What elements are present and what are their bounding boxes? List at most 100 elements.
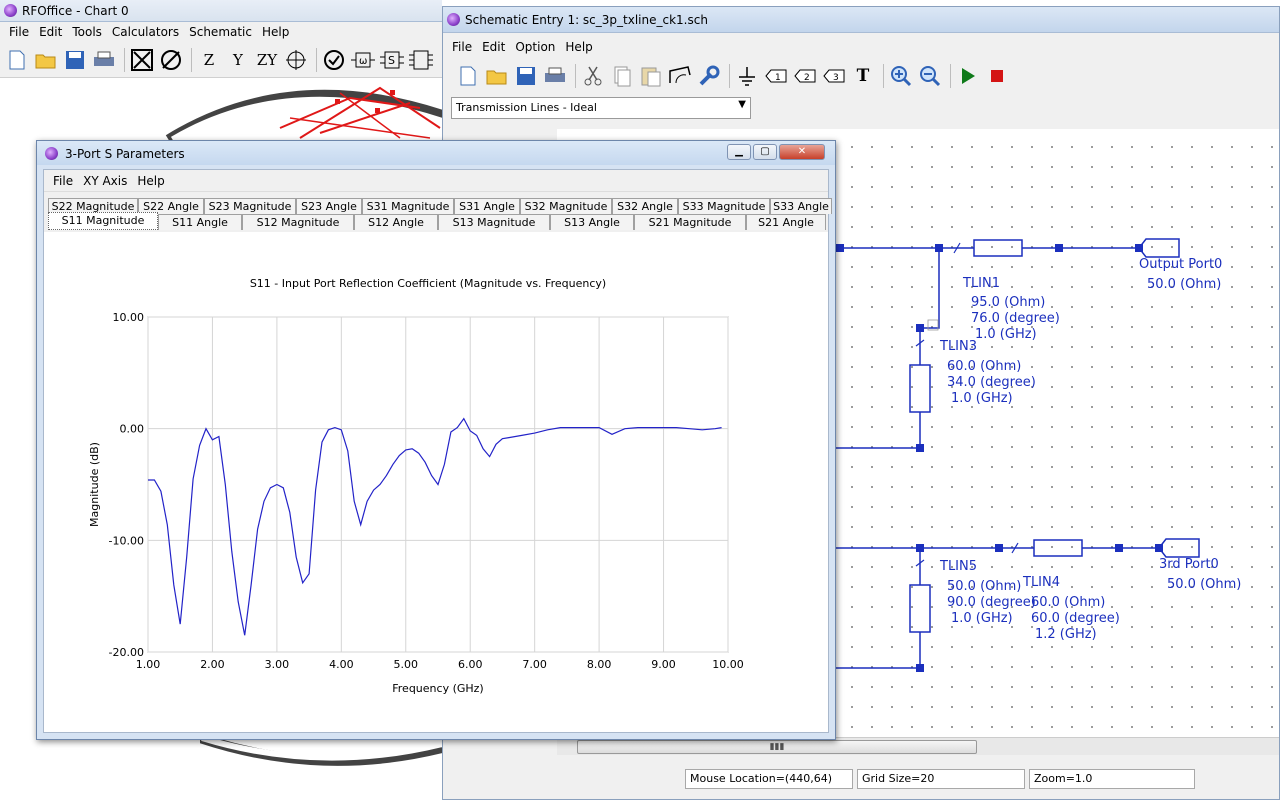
sparams-menu-file[interactable]: File — [48, 174, 78, 188]
check-circle-icon[interactable] — [321, 47, 347, 73]
schematic-menubar: File Edit Option Help — [443, 37, 1279, 57]
rfoffice-menu-file[interactable]: File — [4, 25, 34, 39]
tabs-row-1: S22 Magnitude S22 Angle S23 Magnitude S2… — [48, 198, 832, 214]
tab-s12-angle[interactable]: S12 Angle — [354, 214, 438, 230]
sparams-menubar: File XY Axis Help — [44, 170, 828, 192]
zoom-in-icon[interactable] — [888, 63, 914, 89]
tab-s33-angle[interactable]: S33 Angle — [770, 198, 832, 214]
ground-icon[interactable] — [734, 63, 760, 89]
tab-s23-magnitude[interactable]: S23 Magnitude — [204, 198, 296, 214]
minimize-button[interactable]: ▁ — [727, 144, 751, 160]
new-icon[interactable] — [4, 47, 30, 73]
chart-title: S11 - Input Port Reflection Coefficient … — [250, 277, 606, 290]
print-icon[interactable] — [542, 63, 568, 89]
schematic-menu-help[interactable]: Help — [560, 40, 597, 54]
tab-s11-angle[interactable]: S11 Angle — [158, 214, 242, 230]
y-chart-button[interactable]: Y — [225, 47, 251, 73]
sparams-inner: File XY Axis Help S22 Magnitude S22 Angl… — [43, 169, 832, 733]
save-icon[interactable] — [62, 47, 88, 73]
new-icon[interactable] — [455, 63, 481, 89]
maximize-button[interactable]: ▢ — [753, 144, 777, 160]
output-port-label[interactable]: Output Port0 — [1139, 257, 1222, 272]
copy-icon[interactable] — [609, 63, 635, 89]
x-tick-label: 10.00 — [712, 658, 744, 671]
port2-label: 2 — [804, 73, 810, 83]
close-button[interactable]: ✕ — [779, 144, 825, 160]
y-tick-label: 10.00 — [113, 311, 145, 324]
mouse-location-status: Mouse Location=(440,64) — [685, 769, 853, 789]
save-icon[interactable] — [513, 63, 539, 89]
schematic-menu-file[interactable]: File — [447, 40, 477, 54]
tab-s32-magnitude[interactable]: S32 Magnitude — [520, 198, 612, 214]
tab-s12-magnitude[interactable]: S12 Magnitude — [242, 214, 354, 230]
toolbar-separator — [191, 47, 192, 72]
wrench-icon[interactable] — [696, 63, 722, 89]
tlin3-label[interactable]: TLIN3 — [940, 339, 977, 354]
smith-crosshair-icon[interactable] — [283, 47, 309, 73]
s-component-icon[interactable]: S — [379, 47, 405, 73]
run-icon[interactable] — [955, 63, 981, 89]
tab-s31-magnitude[interactable]: S31 Magnitude — [362, 198, 454, 214]
schematic-app-icon — [447, 13, 460, 26]
port3-icon[interactable]: 3 — [821, 63, 847, 89]
zoom-out-icon[interactable] — [917, 63, 943, 89]
sparams-menu-help[interactable]: Help — [132, 174, 169, 188]
schematic-hscroll-thumb[interactable]: ▮▮▮ — [577, 740, 977, 754]
zy-chart-button[interactable]: ZY — [254, 47, 280, 73]
tlin3-impedance: 60.0 (Ohm) — [947, 359, 1022, 374]
schematic-menu-edit[interactable]: Edit — [477, 40, 510, 54]
open-folder-icon[interactable] — [484, 63, 510, 89]
text-tool-button[interactable]: T — [850, 63, 876, 89]
rfoffice-menu-help[interactable]: Help — [257, 25, 294, 39]
tab-s21-angle[interactable]: S21 Angle — [746, 214, 826, 230]
delete-box-icon[interactable] — [129, 47, 155, 73]
tab-s32-angle[interactable]: S32 Angle — [612, 198, 678, 214]
tlin4-label[interactable]: TLIN4 — [1023, 575, 1060, 590]
clear-circle-icon[interactable] — [158, 47, 184, 73]
print-icon[interactable] — [91, 47, 117, 73]
tab-s11-magnitude[interactable]: S11 Magnitude — [48, 212, 158, 230]
tab-s23-angle[interactable]: S23 Angle — [296, 198, 362, 214]
cut-icon[interactable] — [580, 63, 606, 89]
toolbar-separator — [950, 64, 951, 88]
tab-s21-magnitude[interactable]: S21 Magnitude — [634, 214, 746, 230]
tabs-row-2: S11 Magnitude S11 Angle S12 Magnitude S1… — [48, 212, 826, 230]
sparams-titlebar: 3-Port S Parameters ▁ ▢ ✕ — [37, 141, 835, 165]
tlin4-electrical-length: 60.0 (degree) — [1031, 611, 1120, 626]
third-port-label[interactable]: 3rd Port0 — [1159, 557, 1219, 572]
tlin3-frequency: 1.0 (GHz) — [951, 391, 1013, 406]
tab-s13-magnitude[interactable]: S13 Magnitude — [438, 214, 550, 230]
tlin5-label[interactable]: TLIN5 — [940, 559, 977, 574]
x-tick-label: 7.00 — [522, 658, 547, 671]
rfoffice-menu-schematic[interactable]: Schematic — [184, 25, 257, 39]
s11-magnitude-chart: 1.00 2.00 3.00 4.00 5.00 6.00 7.00 8.00 9.00 10.0… — [88, 277, 744, 695]
output-port-impedance: 50.0 (Ohm) — [1147, 277, 1222, 292]
tab-s33-magnitude[interactable]: S33 Magnitude — [678, 198, 770, 214]
rfoffice-menu-calculators[interactable]: Calculators — [107, 25, 184, 39]
tlin1-frequency: 1.0 (GHz) — [975, 327, 1037, 342]
tlin1-label[interactable]: TLIN1 — [963, 276, 1000, 291]
rfoffice-menu-edit[interactable]: Edit — [34, 25, 67, 39]
toolbar-separator — [729, 64, 730, 88]
paste-icon[interactable] — [638, 63, 664, 89]
schematic-menu-option[interactable]: Option — [510, 40, 560, 54]
schematic-title: Schematic Entry 1: sc_3p_txline_ck1.sch — [465, 13, 708, 27]
tab-s13-angle[interactable]: S13 Angle — [550, 214, 634, 230]
open-folder-icon[interactable] — [33, 47, 59, 73]
multiport-component-icon[interactable] — [408, 47, 434, 73]
rfoffice-menu-tools[interactable]: Tools — [67, 25, 107, 39]
sparams-menu-xy-axis[interactable]: XY Axis — [78, 174, 132, 188]
component-category-select[interactable]: Transmission Lines - Ideal ▼ — [451, 97, 751, 119]
smith-chart-background — [165, 86, 442, 142]
tlin5-electrical-length: 90.0 (degree) — [947, 595, 1036, 610]
x-tick-label: 3.00 — [265, 658, 290, 671]
omega-component-icon[interactable]: ω — [350, 47, 376, 73]
port2-icon[interactable]: 2 — [792, 63, 818, 89]
tab-s31-angle[interactable]: S31 Angle — [454, 198, 520, 214]
z-chart-button[interactable]: Z — [196, 47, 222, 73]
toolbar-separator — [575, 64, 576, 88]
stop-icon[interactable] — [984, 63, 1010, 89]
port1-icon[interactable]: 1 — [763, 63, 789, 89]
rotate-icon[interactable] — [667, 63, 693, 89]
component-category-value: Transmission Lines - Ideal — [456, 101, 597, 114]
